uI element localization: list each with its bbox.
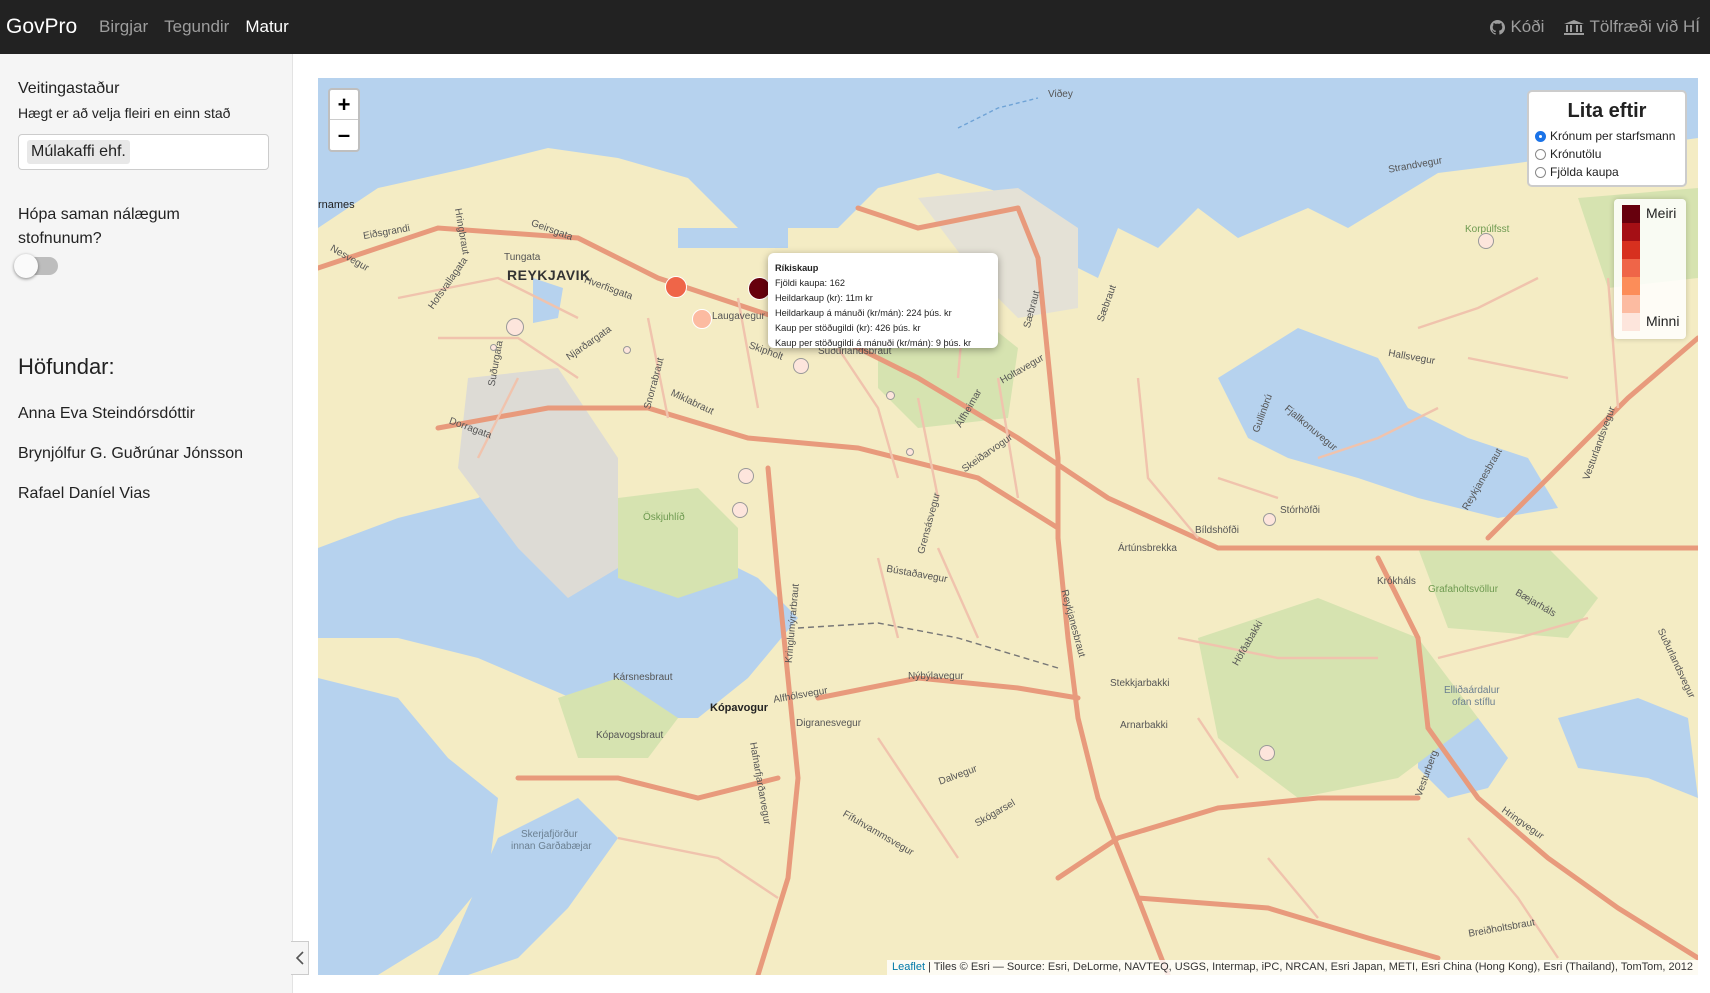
street-label: Kársnesbraut (613, 672, 673, 683)
legend-swatch (1622, 205, 1640, 223)
color-option-label: Fjölda kaupa (1550, 165, 1619, 179)
popup-line: Kaup per stöðugildi á mánuði (kr/mán): 9… (775, 338, 972, 348)
restaurant-label: Veitingastaður (18, 80, 120, 97)
color-option-label: Krónum per starfsmann (1550, 129, 1676, 143)
color-legend: Meiri Minni (1614, 199, 1686, 339)
legend-swatch (1622, 277, 1640, 295)
top-navbar: GovPro Birgjar Tegundir Matur Kóði Tölfr… (0, 0, 1710, 54)
map-label-skerja-1: Skerjafjörður (521, 829, 578, 840)
zoom-in-button[interactable]: + (330, 90, 358, 120)
author-3: Rafael Daníel Vias (18, 485, 151, 502)
institution-marker[interactable] (490, 344, 497, 351)
nav-link-hi[interactable]: Tölfræði við HÍ (1564, 17, 1700, 37)
restaurant-help-text: Hægt er að velja fleiri en einn stað (18, 105, 231, 121)
legend-swatch (1622, 241, 1640, 259)
street-label: Stekkjarbakki (1110, 678, 1170, 689)
street-label: Digranesvegur (796, 718, 862, 729)
toggle-knob[interactable] (14, 254, 38, 278)
map-label-ellidaardalur-2: ofan stíflu (1452, 697, 1496, 708)
color-option-amount[interactable]: Krónutölu (1535, 145, 1679, 163)
nav-right: Kóði Tölfræði við HÍ (1490, 0, 1700, 54)
map-label-nesi: rnames (318, 199, 355, 211)
map-label-ellidaardalur-1: Elliðaárdalur (1444, 685, 1500, 696)
legend-high-label: Meiri (1646, 205, 1677, 221)
map-attribution: Leaflet | Tiles © Esri — Source: Esri, D… (887, 960, 1698, 975)
street-label: Kópavogsbraut (596, 730, 664, 741)
institution-marker[interactable] (1263, 513, 1276, 526)
nav-link-tegundir[interactable]: Tegundir (164, 17, 229, 37)
selected-restaurant-chip[interactable]: Múlakaffi ehf. (27, 140, 130, 164)
institution-marker[interactable] (665, 276, 687, 298)
color-by-title: Lita eftir (1567, 100, 1647, 122)
street-label: Bíldshöfði (1195, 525, 1239, 536)
color-option-label: Krónutölu (1550, 147, 1602, 161)
marker-popup: Ríkiskaup Fjöldi kaupa: 162 Heildarkaup … (768, 253, 998, 348)
institution-marker[interactable] (1259, 745, 1275, 761)
sidebar: Veitingastaður Hægt er að velja fleiri e… (0, 54, 293, 993)
map-label-videy: Viðey (1048, 89, 1073, 100)
street-label: Laugavegur (712, 311, 765, 322)
color-option-per-employee[interactable]: Krónum per starfsmann (1535, 127, 1679, 145)
street-label: Tungata (504, 252, 541, 263)
map-label-kopavogur: Kópavogur (710, 702, 769, 714)
institution-marker[interactable] (886, 391, 895, 400)
radio-button[interactable] (1535, 130, 1546, 142)
map-view[interactable]: REYKJAVIK Kópavogur Viðey rnames Öskjuhl… (318, 78, 1698, 975)
map-label-skerja-2: innan Garðabæjar (511, 841, 592, 852)
legend-low-label: Minni (1646, 313, 1680, 329)
legend-swatch (1622, 259, 1640, 277)
radio-button[interactable] (1535, 166, 1546, 178)
street-label: Nýbýlavegur (908, 671, 964, 682)
color-by-control: Lita eftir Krónum per starfsmann Krónutö… (1527, 90, 1687, 187)
map-label-oskjuhlid: Öskjuhlíð (643, 512, 685, 523)
legend-swatch (1622, 313, 1640, 331)
sidebar-collapse-button[interactable] (291, 941, 309, 975)
university-icon (1564, 19, 1585, 35)
map-label-reykjavik: REYKJAVIK (507, 267, 591, 283)
nav-link-hi-label: Tölfræði við HÍ (1589, 17, 1700, 36)
popup-line: Heildarkaup (kr): 11m kr (775, 293, 873, 303)
institution-marker[interactable] (506, 318, 524, 336)
popup-line: Heildarkaup á mánuði (kr/mán): 224 þús. … (775, 308, 952, 318)
nav-link-code-label: Kóði (1510, 17, 1545, 36)
nav-link-birgjar[interactable]: Birgjar (99, 17, 148, 37)
zoom-control: + – (328, 88, 360, 152)
group-label: Hópa saman nálægum stofnunum? (18, 206, 180, 247)
street-label: Arnarbakki (1120, 720, 1168, 731)
group-toggle[interactable] (14, 254, 58, 278)
radio-button[interactable] (1535, 148, 1546, 160)
author-1: Anna Eva Steindórsdóttir (18, 405, 195, 422)
author-2: Brynjólfur G. Guðrúnar Jónsson (18, 445, 243, 462)
nav-link-code[interactable]: Kóði (1490, 17, 1544, 37)
institution-marker[interactable] (793, 358, 809, 374)
legend-swatch (1622, 223, 1640, 241)
zoom-out-button[interactable]: – (330, 120, 358, 150)
popup-title: Ríkiskaup (775, 263, 819, 273)
brand-logo[interactable]: GovPro (0, 15, 99, 39)
institution-marker[interactable] (738, 468, 754, 484)
legend-color-ramp (1622, 205, 1640, 331)
nav-link-matur[interactable]: Matur (245, 17, 288, 37)
map-label-grafarholt: Grafaholtsvöllur (1428, 584, 1499, 595)
water-harbour (678, 228, 788, 248)
color-option-count[interactable]: Fjölda kaupa (1535, 163, 1679, 181)
github-icon (1490, 19, 1506, 35)
authors-heading: Höfundar: (18, 354, 115, 379)
institution-marker[interactable] (1478, 233, 1494, 249)
street-label: Krókháls (1377, 576, 1416, 587)
attribution-text: | Tiles © Esri — Source: Esri, DeLorme, … (925, 961, 1693, 973)
street-label: Ártúnsbrekka (1118, 543, 1177, 554)
street-label: Stórhöfði (1280, 505, 1321, 516)
institution-marker[interactable] (623, 346, 631, 354)
institution-marker[interactable] (732, 502, 748, 518)
institution-marker[interactable] (692, 309, 712, 329)
chevron-left-icon (295, 951, 304, 965)
popup-line: Fjöldi kaupa: 162 (775, 278, 845, 288)
leaflet-link[interactable]: Leaflet (892, 961, 925, 973)
restaurant-multiselect[interactable]: Múlakaffi ehf. (18, 134, 269, 170)
legend-swatch (1622, 295, 1640, 313)
institution-marker[interactable] (906, 448, 914, 456)
popup-line: Kaup per stöðugildi (kr): 426 þús. kr (775, 323, 921, 333)
